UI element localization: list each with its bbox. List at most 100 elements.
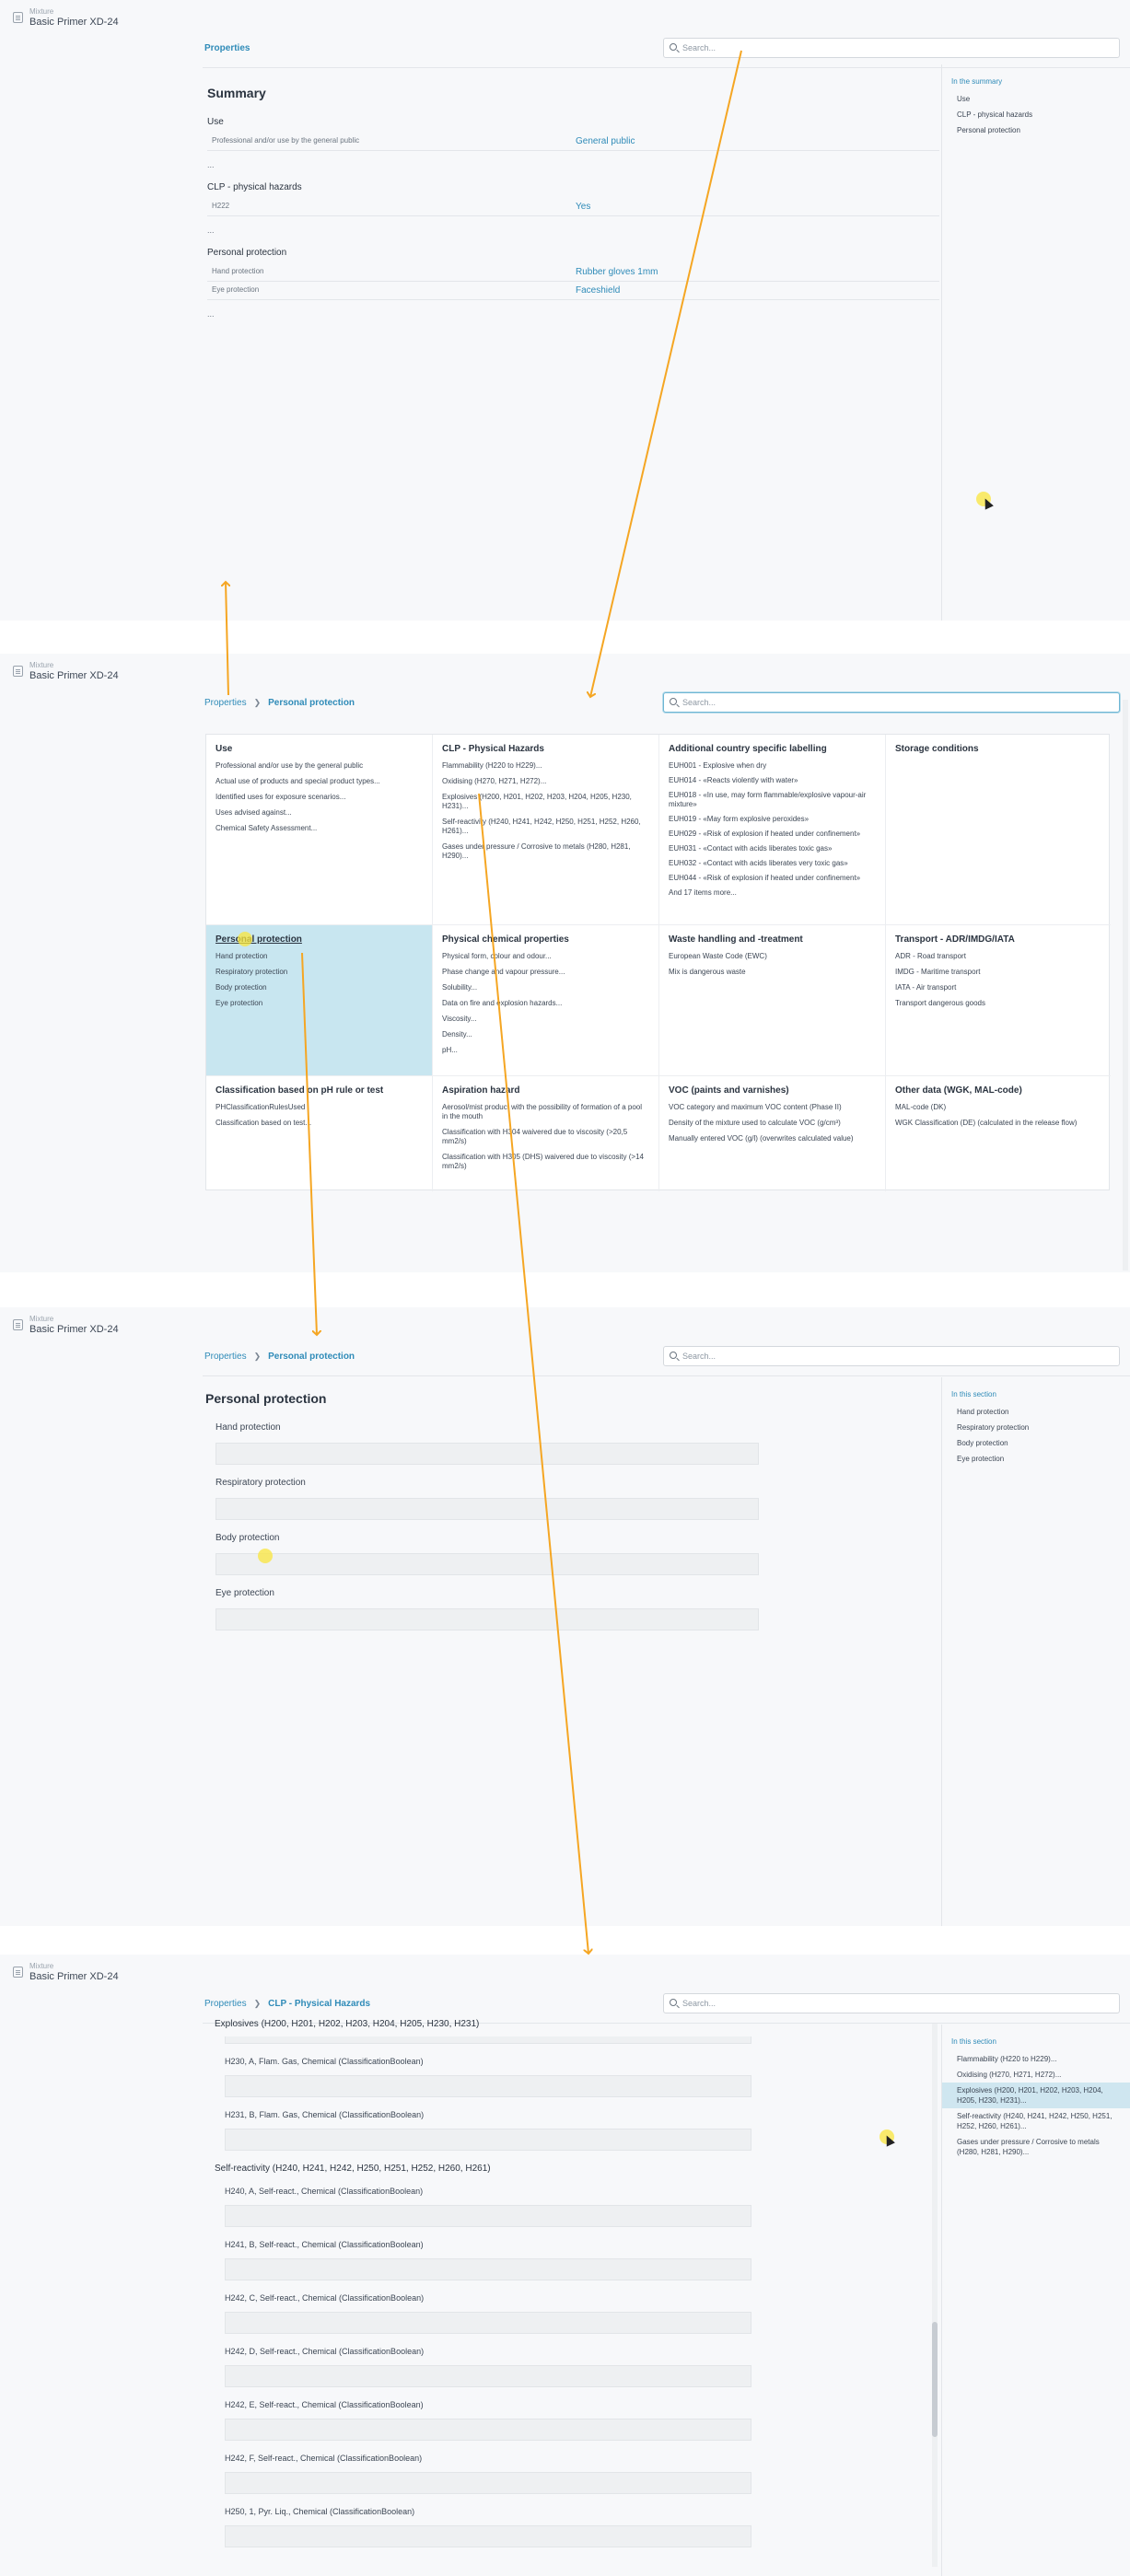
toc-item-respiratory-protection[interactable]: Respiratory protection <box>942 1420 1130 1435</box>
toc-item-hand-protection[interactable]: Hand protection <box>942 1404 1130 1420</box>
toc-item-body-protection[interactable]: Body protection <box>942 1435 1130 1451</box>
h242-f-input[interactable] <box>225 2472 751 2494</box>
card-item[interactable]: Aerosol/mist product with the possibilit… <box>442 1103 649 1121</box>
card-title[interactable]: Physical chemical properties <box>442 934 649 945</box>
more-ellipsis[interactable]: ... <box>207 309 939 319</box>
card-title[interactable]: CLP - Physical Hazards <box>442 744 649 754</box>
card-item[interactable]: IATA - Air transport <box>895 983 1101 992</box>
h242-e-input[interactable] <box>225 2419 751 2441</box>
breadcrumb-current[interactable]: Personal protection <box>268 698 355 708</box>
card-item[interactable]: Density of the mixture used to calculate… <box>669 1119 876 1128</box>
card-item[interactable]: Transport dangerous goods <box>895 999 1101 1008</box>
toc-item-gases-under-pressure[interactable]: Gases under pressure / Corrosive to meta… <box>942 2134 1130 2160</box>
toc-item-self-reactivity[interactable]: Self-reactivity (H240, H241, H242, H250,… <box>942 2108 1130 2134</box>
card-clp-physical-hazards[interactable]: CLP - Physical Hazards Flammability (H22… <box>433 735 659 925</box>
h241-input[interactable] <box>225 2258 751 2280</box>
row-value-link[interactable]: Rubber gloves 1mm <box>576 267 658 277</box>
card-storage-conditions[interactable]: Storage conditions <box>886 735 1111 925</box>
search-box[interactable] <box>663 692 1120 713</box>
toc-item-oxidising[interactable]: Oxidising (H270, H271, H272)... <box>942 2067 1130 2083</box>
card-item[interactable]: ADR - Road transport <box>895 952 1101 961</box>
body-protection-input[interactable] <box>216 1553 759 1575</box>
card-item[interactable]: EUH044 - «Risk of explosion if heated un… <box>669 874 876 883</box>
card-item[interactable]: EUH001 - Explosive when dry <box>669 761 876 771</box>
card-item[interactable]: EUH018 - «In use, may form flammable/exp… <box>669 791 876 809</box>
card-title[interactable]: VOC (paints and varnishes) <box>669 1085 876 1096</box>
h242-c-input[interactable] <box>225 2312 751 2334</box>
search-box[interactable] <box>663 38 1120 58</box>
card-item[interactable]: Actual use of products and special produ… <box>216 777 423 786</box>
search-box[interactable] <box>663 1993 1120 2013</box>
card-aspiration-hazard[interactable]: Aspiration hazard Aerosol/mist product w… <box>433 1076 659 1191</box>
card-item[interactable]: pH... <box>442 1046 649 1055</box>
h231-input[interactable] <box>225 2129 751 2151</box>
card-item[interactable]: Identified uses for exposure scenarios..… <box>216 793 423 802</box>
card-personal-protection[interactable]: Personal protection Hand protection Resp… <box>206 925 433 1076</box>
card-item[interactable]: PHClassificationRulesUsed <box>216 1103 423 1112</box>
respiratory-protection-input[interactable] <box>216 1498 759 1520</box>
card-ph-classification[interactable]: Classification based on pH rule or test … <box>206 1076 433 1191</box>
card-item[interactable]: Manually entered VOC (g/l) (overwrites c… <box>669 1134 876 1143</box>
search-input[interactable] <box>682 41 1106 54</box>
card-item[interactable]: VOC category and maximum VOC content (Ph… <box>669 1103 876 1112</box>
card-item[interactable]: Mix is dangerous waste <box>669 968 876 977</box>
card-title[interactable]: Additional country specific labelling <box>669 744 876 754</box>
card-item[interactable]: EUH019 - «May form explosive peroxides» <box>669 815 876 824</box>
card-item[interactable]: Physical form, colour and odour... <box>442 952 649 961</box>
card-title[interactable]: Waste handling and -treatment <box>669 934 876 945</box>
hand-protection-input[interactable] <box>216 1443 759 1465</box>
scrollbar-thumb[interactable] <box>932 2322 938 2437</box>
breadcrumb-properties[interactable]: Properties <box>204 1999 247 2009</box>
card-other-data[interactable]: Other data (WGK, MAL-code) MAL-code (DK)… <box>886 1076 1111 1191</box>
h242-d-input[interactable] <box>225 2365 751 2387</box>
h240-input[interactable] <box>225 2205 751 2227</box>
eye-protection-input[interactable] <box>216 1608 759 1630</box>
more-ellipsis[interactable]: ... <box>207 160 939 169</box>
card-item[interactable]: Data on fire and explosion hazards... <box>442 999 649 1008</box>
card-item[interactable]: Explosives (H200, H201, H202, H203, H204… <box>442 793 649 811</box>
card-physical-chemical-properties[interactable]: Physical chemical properties Physical fo… <box>433 925 659 1076</box>
card-voc[interactable]: VOC (paints and varnishes) VOC category … <box>659 1076 886 1191</box>
card-title[interactable]: Use <box>216 744 423 754</box>
card-item[interactable]: EUH029 - «Risk of explosion if heated un… <box>669 830 876 839</box>
more-ellipsis[interactable]: ... <box>207 226 939 235</box>
card-title[interactable]: Aspiration hazard <box>442 1085 649 1096</box>
toc-item-flammability[interactable]: Flammability (H220 to H229)... <box>942 2051 1130 2067</box>
card-item[interactable]: EUH031 - «Contact with acids liberates t… <box>669 844 876 853</box>
breadcrumb-current[interactable]: CLP - Physical Hazards <box>268 1999 370 2009</box>
card-item[interactable]: Self-reactivity (H240, H241, H242, H250,… <box>442 818 649 836</box>
toc-item-use[interactable]: Use <box>942 91 1130 107</box>
h230-input[interactable] <box>225 2075 751 2097</box>
card-title[interactable]: Classification based on pH rule or test <box>216 1085 423 1096</box>
card-item[interactable]: Phase change and vapour pressure... <box>442 968 649 977</box>
card-item[interactable]: Solubility... <box>442 983 649 992</box>
card-item[interactable]: Flammability (H220 to H229)... <box>442 761 649 771</box>
card-item[interactable]: Eye protection <box>216 999 423 1008</box>
card-item[interactable]: Gases under pressure / Corrosive to meta… <box>442 842 649 861</box>
toc-item-personal-protection[interactable]: Personal protection <box>942 122 1130 138</box>
card-item[interactable]: Professional and/or use by the general p… <box>216 761 423 771</box>
breadcrumb-properties[interactable]: Properties <box>204 1352 247 1362</box>
card-item[interactable]: Classification with H304 waivered due to… <box>442 1128 649 1146</box>
breadcrumb-properties[interactable]: Properties <box>204 698 247 708</box>
card-item[interactable]: Hand protection <box>216 952 423 961</box>
toc-item-clp[interactable]: CLP - physical hazards <box>942 107 1130 122</box>
card-item[interactable]: European Waste Code (EWC) <box>669 952 876 961</box>
breadcrumb-properties[interactable]: Properties <box>204 43 250 53</box>
card-item[interactable]: Chemical Safety Assessment... <box>216 824 423 833</box>
row-value-link[interactable]: Faceshield <box>576 285 620 296</box>
card-item[interactable]: EUH014 - «Reacts violently with water» <box>669 776 876 785</box>
scrollbar[interactable] <box>932 2024 938 2567</box>
card-item[interactable]: Viscosity... <box>442 1015 649 1024</box>
row-value-link[interactable]: General public <box>576 136 635 146</box>
card-transport[interactable]: Transport - ADR/IMDG/IATA ADR - Road tra… <box>886 925 1111 1076</box>
search-input[interactable] <box>682 696 1106 709</box>
card-title[interactable]: Other data (WGK, MAL-code) <box>895 1085 1101 1096</box>
card-item[interactable]: Body protection <box>216 983 423 992</box>
card-item[interactable]: Respiratory protection <box>216 968 423 977</box>
toc-item-explosives[interactable]: Explosives (H200, H201, H202, H203, H204… <box>942 2083 1130 2108</box>
card-waste-handling[interactable]: Waste handling and -treatment European W… <box>659 925 886 1076</box>
card-item[interactable]: IMDG - Maritime transport <box>895 968 1101 977</box>
card-use[interactable]: Use Professional and/or use by the gener… <box>206 735 433 925</box>
card-title[interactable]: Storage conditions <box>895 744 1101 754</box>
